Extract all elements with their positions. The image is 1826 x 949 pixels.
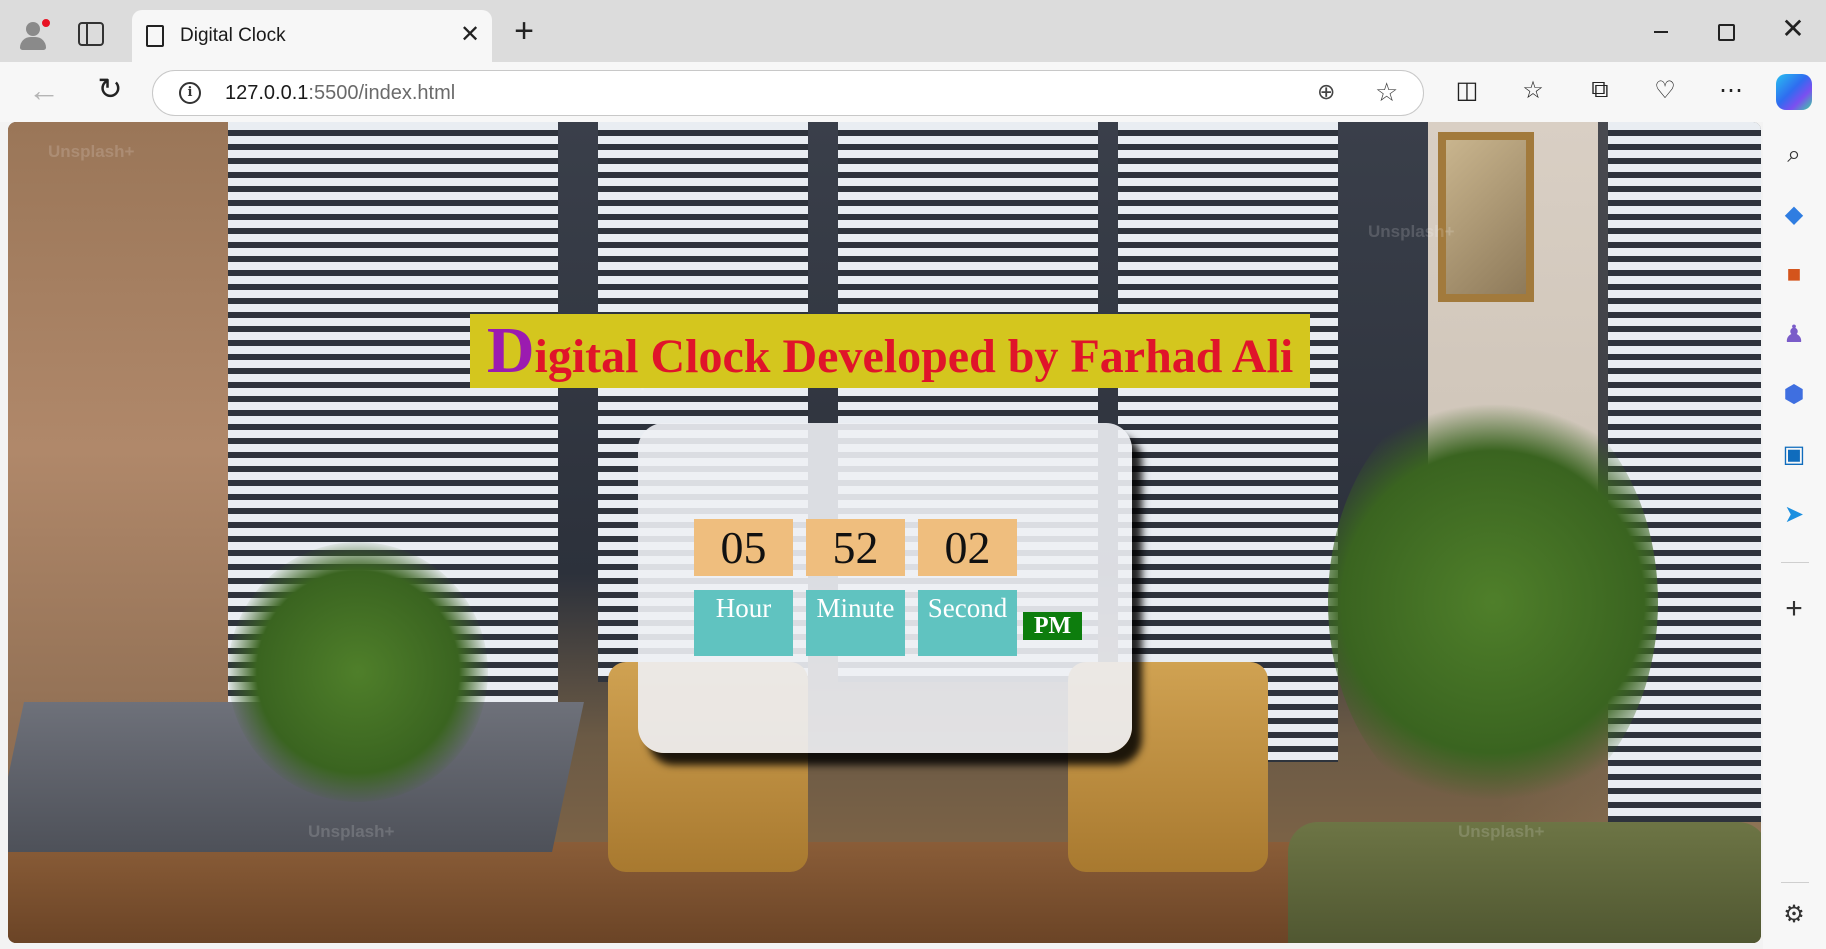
watermark: Unsplash+ — [1458, 822, 1545, 841]
outlook-icon[interactable]: ▣ — [1777, 438, 1811, 472]
sidebar-divider — [1781, 562, 1809, 563]
settings-icon[interactable]: ⚙ — [1777, 898, 1811, 932]
shopping-tag-icon[interactable]: ◆ — [1777, 198, 1811, 232]
browser-sidebar: ⌕ ◆ ■ ♟ ⬢ ▣ ➤ + ⚙ — [1763, 122, 1826, 949]
second-unit: 02 Second — [918, 519, 1017, 656]
heart-pulse-icon[interactable]: ♡ — [1648, 76, 1682, 105]
collections-icon[interactable]: ⧉ — [1583, 76, 1617, 104]
more-icon[interactable]: ⋯ — [1714, 76, 1748, 105]
add-icon[interactable]: + — [1777, 592, 1811, 626]
profile-icon[interactable] — [16, 18, 51, 52]
minute-label: Minute — [806, 590, 905, 656]
profile-body — [20, 37, 46, 50]
page-heading: Digital Clock Developed by Farhad Ali — [470, 314, 1310, 388]
close-tab-icon[interactable]: ✕ — [456, 20, 484, 49]
notification-dot — [41, 18, 51, 28]
split-screen-icon[interactable]: ◫ — [1450, 76, 1484, 105]
refresh-icon[interactable]: ↻ — [92, 72, 128, 107]
second-label: Second — [918, 590, 1017, 656]
sidebar-divider — [1781, 882, 1809, 883]
send-icon[interactable]: ➤ — [1777, 498, 1811, 532]
watermark: Unsplash+ — [1368, 222, 1455, 241]
maximize-button[interactable] — [1705, 16, 1745, 46]
clock-card: 05 Hour 52 Minute 02 Second PM — [638, 423, 1132, 753]
tab-actions-icon[interactable] — [78, 22, 104, 46]
zoom-icon[interactable]: ⊕ — [1317, 79, 1335, 105]
microsoft365-icon[interactable]: ⬢ — [1777, 378, 1811, 412]
background-picture-frame — [1438, 132, 1534, 302]
search-icon[interactable]: ⌕ — [1777, 138, 1811, 172]
hour-label: Hour — [694, 590, 793, 656]
hour-value: 05 — [694, 519, 793, 576]
browser-tab[interactable]: Digital Clock ✕ — [132, 10, 492, 62]
copilot-icon[interactable] — [1776, 74, 1812, 110]
heading-text: igital Clock Developed by Farhad Ali — [534, 330, 1294, 383]
browser-titlebar: Digital Clock ✕ + ✕ — [0, 0, 1826, 62]
ampm-badge: PM — [1023, 612, 1082, 640]
url-host: 127.0.0.1 — [225, 82, 309, 104]
background-plant — [1328, 382, 1658, 822]
heading-first-letter: D — [486, 314, 535, 387]
browser-toolbar: ← ↻ i 127.0.0.1:5500/index.html ⊕ ☆ ◫ ☆ … — [0, 62, 1826, 122]
favorites-icon[interactable]: ☆ — [1516, 76, 1550, 105]
page-icon — [146, 25, 164, 47]
second-value: 02 — [918, 519, 1017, 576]
back-arrow-icon[interactable]: ← — [26, 72, 62, 109]
info-icon[interactable]: i — [179, 82, 201, 104]
hour-unit: 05 Hour — [694, 519, 793, 656]
tab-title: Digital Clock — [180, 25, 286, 46]
url-path: :5500/index.html — [308, 82, 456, 104]
new-tab-button[interactable]: + — [508, 14, 540, 50]
page-viewport: Unsplash+ Unsplash+ Unsplash+ Unsplash+ … — [8, 122, 1761, 943]
minimize-button[interactable] — [1640, 16, 1680, 46]
watermark: Unsplash+ — [48, 142, 135, 161]
minute-value: 52 — [806, 519, 905, 576]
star-icon[interactable]: ☆ — [1375, 77, 1398, 108]
url-text[interactable]: 127.0.0.1:5500/index.html — [225, 82, 455, 105]
address-bar[interactable]: i 127.0.0.1:5500/index.html ⊕ ☆ — [152, 70, 1424, 116]
profile-head — [26, 22, 40, 36]
close-window-button[interactable]: ✕ — [1773, 12, 1813, 45]
background-plant — [228, 542, 488, 802]
minute-unit: 52 Minute — [806, 519, 905, 656]
toolbox-icon[interactable]: ■ — [1777, 258, 1811, 292]
watermark: Unsplash+ — [308, 822, 395, 841]
games-icon[interactable]: ♟ — [1777, 318, 1811, 352]
